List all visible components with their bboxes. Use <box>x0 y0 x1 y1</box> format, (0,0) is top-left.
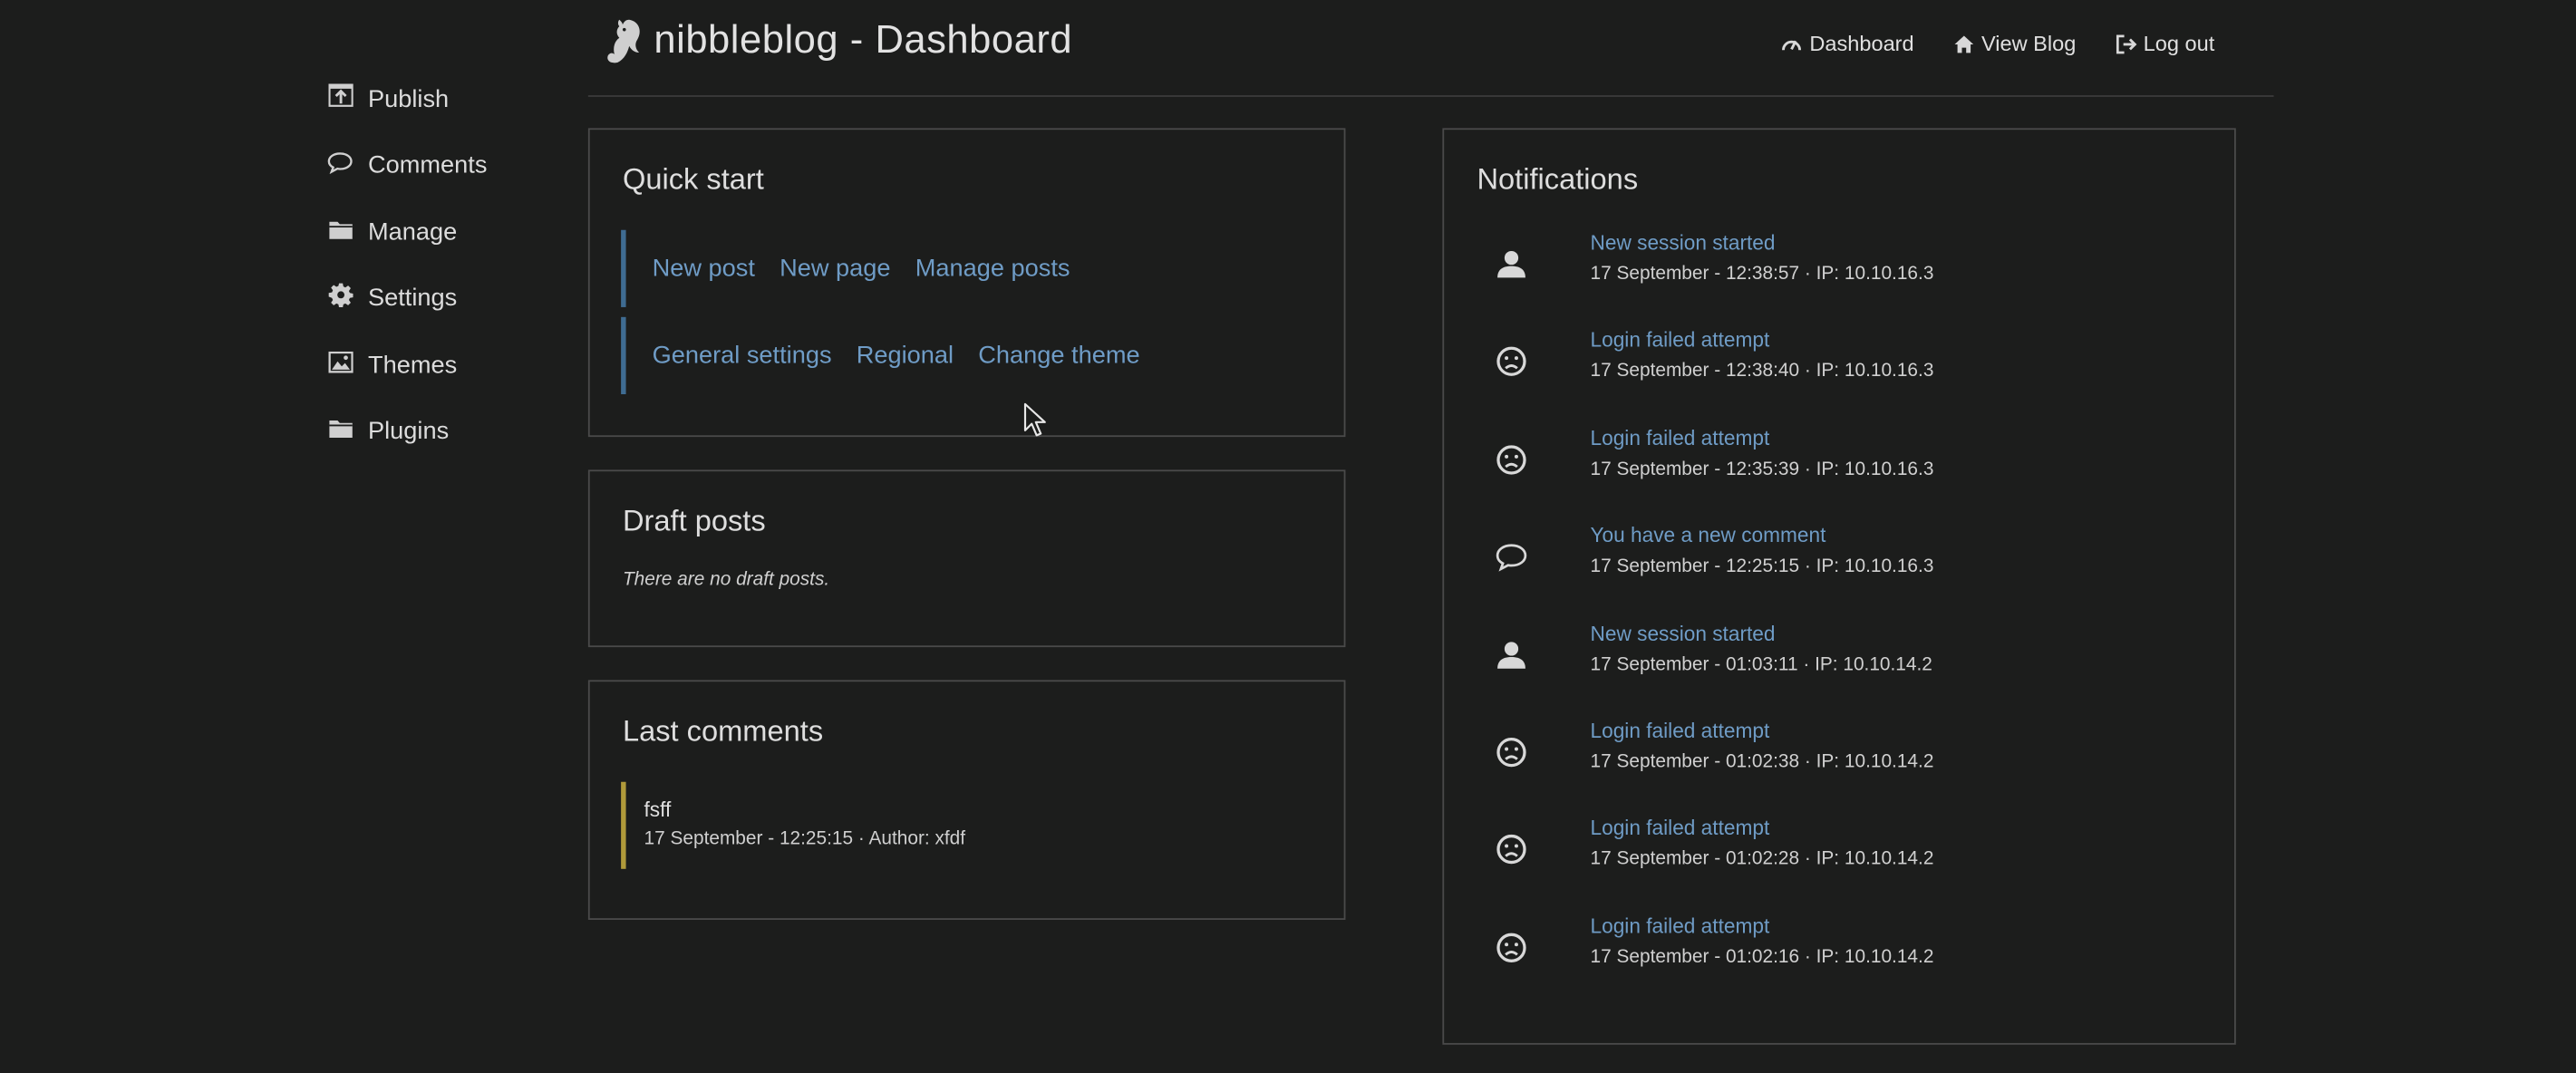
no-drafts-message: There are no draft posts. <box>622 569 830 590</box>
notification-meta: 17 September - 01:02:16 · IP: 10.10.14.2 <box>1590 947 1934 968</box>
sidebar-item-settings[interactable]: Settings <box>327 266 574 332</box>
user-icon <box>1497 250 1525 278</box>
notification-item: Login failed attempt 17 September - 01:0… <box>1477 817 2200 899</box>
new-page-link[interactable]: New page <box>780 255 890 283</box>
new-post-link[interactable]: New post <box>653 255 755 283</box>
notification-title[interactable]: New session started <box>1591 623 1776 645</box>
sad-face-icon <box>1496 346 1526 376</box>
notification-item: You have a new comment 17 September - 12… <box>1477 524 2200 606</box>
last-comments-title: Last comments <box>622 714 824 748</box>
notifications-title: Notifications <box>1477 162 1639 196</box>
nav-dashboard-link[interactable]: Dashboard <box>1782 31 1914 56</box>
notification-meta: 17 September - 01:02:28 · IP: 10.10.14.2 <box>1590 849 1934 869</box>
sidebar-item-label: Manage <box>368 218 458 246</box>
notification-title[interactable]: You have a new comment <box>1591 524 1826 546</box>
draft-posts-title: Draft posts <box>622 504 766 537</box>
sad-face-icon <box>1496 933 1526 962</box>
sidebar-item-label: Themes <box>368 351 458 380</box>
notification-item: Login failed attempt 17 September - 12:3… <box>1477 427 2200 509</box>
home-icon <box>1954 34 1974 53</box>
quick-start-title: Quick start <box>622 162 764 196</box>
draft-posts-panel: Draft posts There are no draft posts. <box>587 469 1346 648</box>
sidebar: Publish Comments Manage Settings Themes <box>327 66 574 465</box>
notification-title[interactable]: Login failed attempt <box>1591 427 1770 450</box>
notification-title[interactable]: Login failed attempt <box>1591 720 1770 742</box>
last-comments-panel: Last comments fsff 17 September - 12:25:… <box>587 680 1346 920</box>
nav-label: Log out <box>2143 31 2215 56</box>
change-theme-link[interactable]: Change theme <box>978 342 1139 370</box>
brand: nibbleblog - Dashboard <box>601 16 1072 65</box>
comment-icon <box>1496 544 1527 572</box>
dashboard-page: Publish Comments Manage Settings Themes <box>0 0 2576 1073</box>
notification-meta: 17 September - 12:25:15 · IP: 10.10.16.3 <box>1590 556 1934 577</box>
sidebar-item-label: Publish <box>368 84 450 113</box>
folder-icon <box>327 415 353 441</box>
notification-item: Login failed attempt 17 September - 01:0… <box>1477 915 2200 998</box>
general-settings-link[interactable]: General settings <box>653 342 832 370</box>
notification-meta: 17 September - 12:38:40 · IP: 10.10.16.3 <box>1590 361 1934 382</box>
quick-start-row-settings: General settings Regional Change theme <box>621 316 1140 394</box>
notification-title[interactable]: Login failed attempt <box>1591 915 1770 938</box>
nav-view-blog-link[interactable]: View Blog <box>1953 31 2077 56</box>
notification-title[interactable]: Login failed attempt <box>1591 329 1770 352</box>
regional-link[interactable]: Regional <box>857 342 954 370</box>
notification-item: Login failed attempt 17 September - 01:0… <box>1477 720 2200 802</box>
notification-title[interactable]: New session started <box>1591 232 1776 255</box>
comment-item[interactable]: fsff 17 September - 12:25:15 · Author: x… <box>621 781 966 869</box>
sidebar-item-comments[interactable]: Comments <box>327 132 574 198</box>
mouse-cursor-icon <box>1023 402 1046 437</box>
nav-label: Dashboard <box>1809 31 1914 56</box>
sidebar-item-label: Comments <box>368 151 488 180</box>
notification-title[interactable]: Login failed attempt <box>1591 817 1770 839</box>
top-nav: Dashboard View Blog Log out <box>1782 31 2215 56</box>
sidebar-item-plugins[interactable]: Plugins <box>327 399 574 465</box>
comment-title: fsff <box>644 798 672 822</box>
sidebar-item-manage[interactable]: Manage <box>327 198 574 265</box>
nav-logout-link[interactable]: Log out <box>2116 31 2215 56</box>
image-icon <box>327 349 353 375</box>
gear-icon <box>327 282 353 308</box>
comment-icon <box>327 149 353 175</box>
comment-meta: 17 September - 12:25:15 · Author: xfdf <box>644 829 966 850</box>
notification-meta: 17 September - 12:35:39 · IP: 10.10.16.3 <box>1590 459 1934 480</box>
manage-posts-link[interactable]: Manage posts <box>915 255 1070 283</box>
sidebar-item-label: Settings <box>368 285 458 313</box>
sad-face-icon <box>1496 445 1526 475</box>
publish-icon <box>327 82 353 109</box>
sad-face-icon <box>1496 834 1526 865</box>
quick-start-panel: Quick start New post New page Manage pos… <box>587 128 1346 438</box>
notification-item: New session started 17 September - 12:38… <box>1477 232 2200 314</box>
notification-meta: 17 September - 01:02:38 · IP: 10.10.14.2 <box>1590 752 1934 772</box>
notification-meta: 17 September - 12:38:57 · IP: 10.10.16.3 <box>1590 264 1934 285</box>
sidebar-item-themes[interactable]: Themes <box>327 332 574 398</box>
dashboard-gauge-icon <box>1782 40 1802 51</box>
header: nibbleblog - Dashboard Dashboard View Bl… <box>587 0 2274 97</box>
sidebar-item-publish[interactable]: Publish <box>327 66 574 132</box>
notification-meta: 17 September - 01:03:11 · IP: 10.10.14.2 <box>1590 655 1932 675</box>
sidebar-item-label: Plugins <box>368 417 450 446</box>
notification-item: New session started 17 September - 01:03… <box>1477 623 2200 705</box>
user-icon <box>1497 642 1525 669</box>
quick-start-row-content: New post New page Manage posts <box>621 229 1070 307</box>
notification-item: Login failed attempt 17 September - 12:3… <box>1477 329 2200 411</box>
logout-icon <box>2116 34 2136 53</box>
squirrel-logo-icon <box>607 19 640 63</box>
nav-label: View Blog <box>1980 31 2077 56</box>
sad-face-icon <box>1496 737 1526 768</box>
page-title: nibbleblog - Dashboard <box>654 17 1073 63</box>
notifications-panel: Notifications New session started 17 Sep… <box>1442 128 2236 1045</box>
folder-icon <box>327 216 353 242</box>
